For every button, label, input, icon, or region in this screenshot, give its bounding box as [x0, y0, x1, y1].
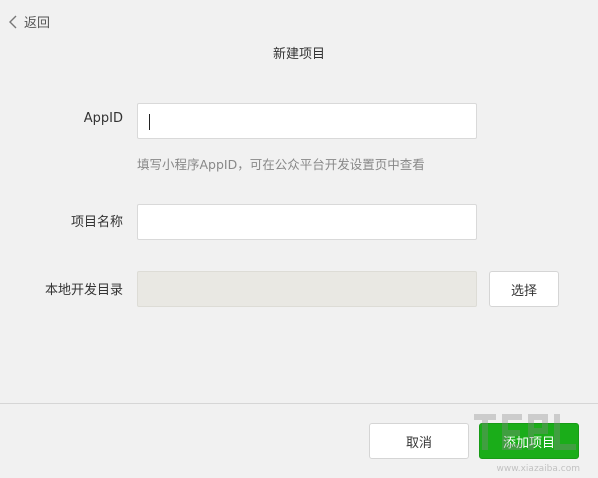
project-name-label: 项目名称: [70, 215, 123, 230]
cancel-button[interactable]: 取消: [369, 423, 469, 459]
appid-label: AppID: [83, 111, 123, 126]
footer-divider: [0, 403, 598, 404]
appid-hint: 填写小程序AppID，可在公众平台开发设置页中查看: [137, 157, 425, 172]
page-title: 新建项目: [272, 47, 325, 62]
local-dir-field: [137, 271, 477, 307]
text-caret: [149, 114, 150, 130]
watermark-text: www.xiazaiba.com: [496, 464, 580, 474]
local-dir-label: 本地开发目录: [44, 283, 123, 298]
watermark-logo: [474, 414, 576, 450]
back-label: 返回: [24, 16, 51, 31]
choose-dir-button[interactable]: 选择: [489, 271, 559, 307]
chevron-left-icon: [8, 14, 18, 30]
back-button[interactable]: 返回: [8, 12, 50, 31]
project-name-input[interactable]: [137, 204, 477, 240]
appid-input[interactable]: [137, 103, 477, 139]
